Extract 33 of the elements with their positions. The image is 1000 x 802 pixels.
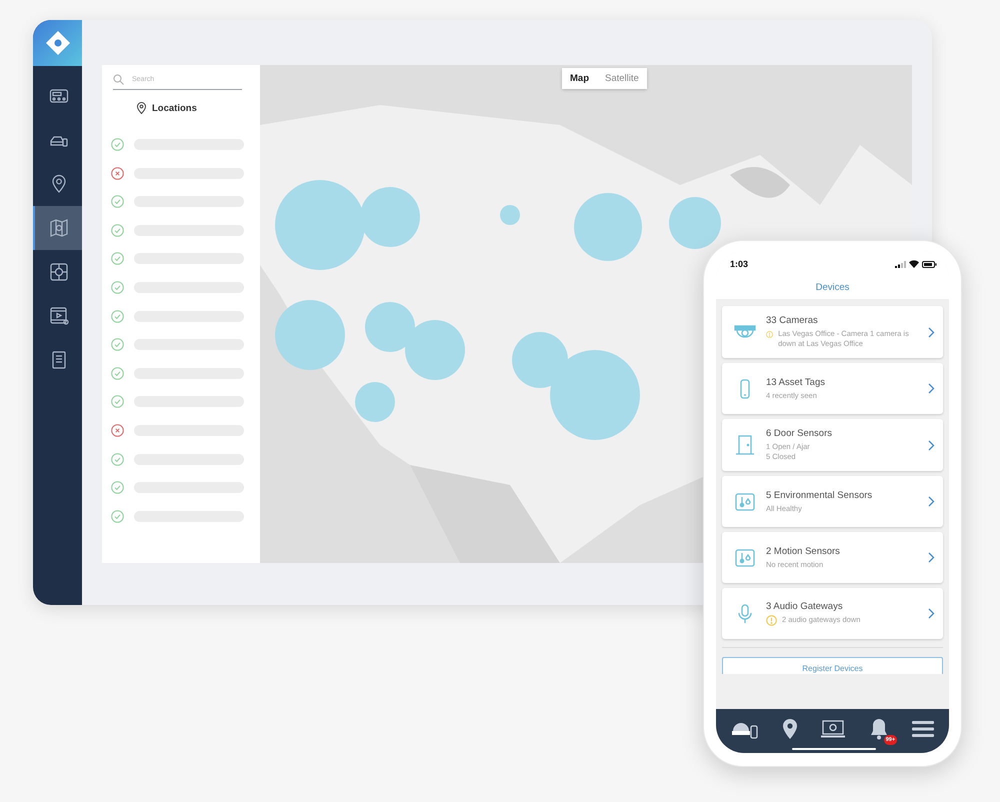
sidebar-item[interactable]: [33, 206, 82, 250]
video-film-icon: [48, 306, 68, 326]
thermometer-sensor-icon: [734, 490, 756, 512]
crosshair-icon: [48, 262, 68, 282]
chevron-right-icon: [928, 383, 935, 394]
chevron-right-icon: [928, 440, 935, 450]
device-title: 5 Environmental Sensors: [766, 490, 874, 500]
map-type-tab[interactable]: Satellite: [597, 68, 647, 89]
device-title: 33 Cameras: [766, 315, 819, 326]
device-title: 3 Audio Gateways: [766, 601, 844, 612]
locations-heading: Locations: [152, 102, 197, 114]
map-icon: [48, 218, 68, 238]
device-title: 6 Door Sensors: [766, 428, 834, 439]
chevron-right-icon: [928, 326, 935, 338]
device-title: 13 Asset Tags: [766, 376, 826, 388]
door-icon: [734, 434, 756, 456]
screen-title: Devices: [716, 277, 949, 299]
battery-icon: [922, 260, 937, 268]
laptop-screen-icon[interactable]: [820, 719, 846, 739]
location-pin-icon[interactable]: [782, 718, 798, 740]
thermometer-sensor-icon: [734, 546, 756, 568]
menu-icon[interactable]: [912, 720, 934, 738]
device-title: 2 Motion Sensors: [766, 546, 841, 556]
wifi-icon: [909, 260, 919, 268]
logo-icon: [44, 30, 70, 56]
search-icon: [113, 74, 124, 85]
signal-icon: [895, 260, 906, 268]
location-pin-icon: [137, 102, 146, 114]
status-time: 1:03: [730, 259, 748, 269]
map-type-tab[interactable]: Map: [562, 68, 597, 89]
chevron-right-icon: [928, 552, 935, 563]
chevron-right-icon: [928, 496, 935, 507]
chevron-right-icon: [928, 608, 935, 619]
